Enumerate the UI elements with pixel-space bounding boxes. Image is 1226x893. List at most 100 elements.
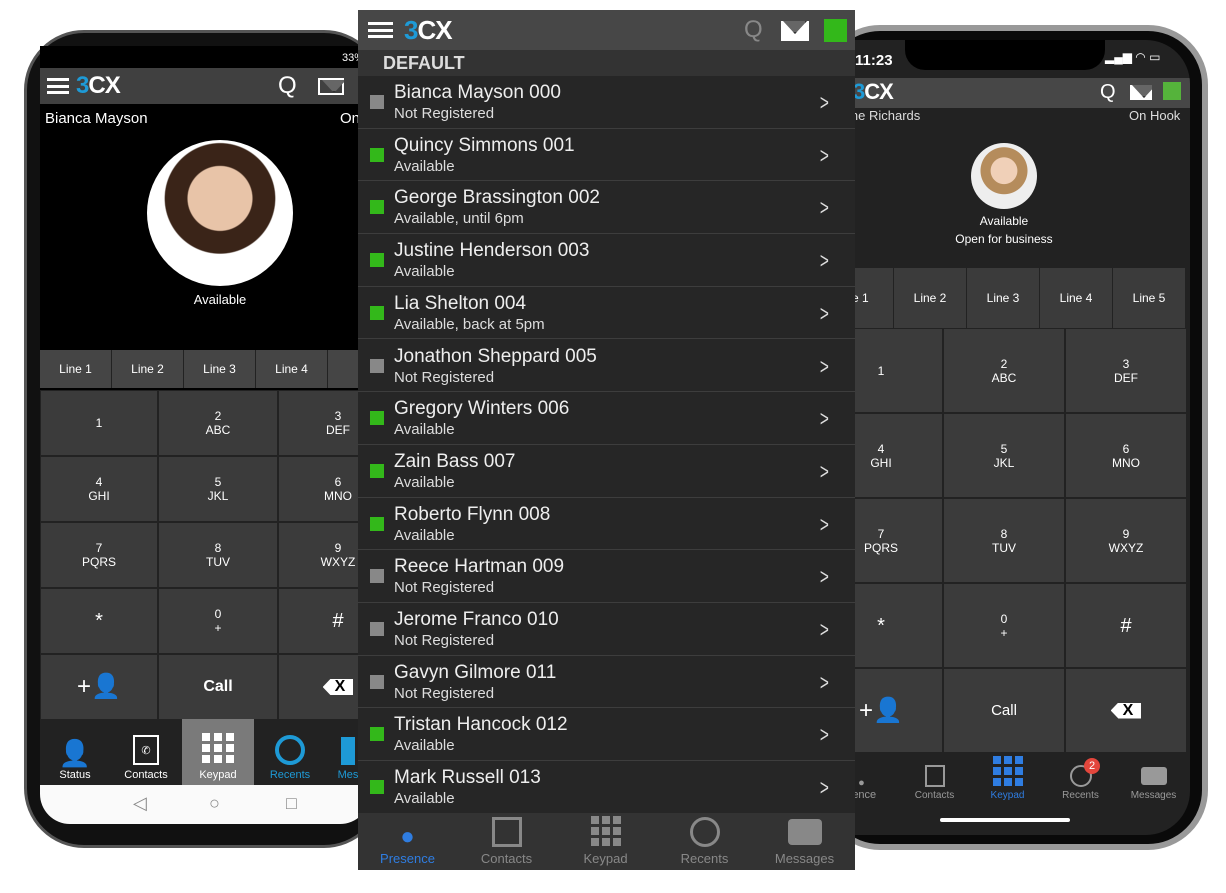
search-icon[interactable]: Q [278,72,297,100]
key-9[interactable]: 9 WXYZ [1065,498,1187,583]
chevron-right-icon[interactable]: > [820,143,829,169]
contact-row[interactable]: Gregory Winters 006 Available > [358,392,855,445]
nav-keypad[interactable]: Keypad [971,755,1044,805]
menu-icon[interactable] [47,78,69,94]
line-1-tab[interactable]: Line 1 [40,350,112,388]
chevron-right-icon[interactable]: > [820,90,829,116]
add-contact-button[interactable]: +👤 [845,668,943,753]
line-4-tab[interactable]: Line 4 [1040,268,1113,328]
nav-contacts[interactable]: Contacts [898,755,971,805]
contact-row[interactable]: Gavyn Gilmore 011 Not Registered > [358,655,855,709]
nav-contacts[interactable]: ✆ Contacts [110,719,182,785]
nav-keypad[interactable]: Keypad [182,719,254,785]
contact-row[interactable]: Tristan Hancock 012 Available > [358,708,855,762]
nav-messages[interactable]: Messages [1117,755,1190,805]
chevron-right-icon[interactable]: > [820,248,829,274]
contact-row[interactable]: Reece Hartman 009 Not Registered > [358,550,855,603]
key-7[interactable]: 7 PQRS [845,498,943,583]
nav-recents[interactable]: 2 Recents [1044,755,1117,805]
overview-icon[interactable]: □ [286,793,297,814]
key-1[interactable]: 1 [845,328,943,413]
home-icon[interactable]: ○ [209,793,220,814]
key-2[interactable]: 2 ABC [943,328,1065,413]
chevron-right-icon[interactable]: > [820,512,829,538]
key-3[interactable]: 3 DEF [278,390,370,456]
chevron-right-icon[interactable]: > [820,406,829,432]
contact-row[interactable]: Justine Henderson 003 Available > [358,234,855,287]
menu-icon[interactable] [368,22,393,38]
key-5[interactable]: 5 JKL [158,456,278,522]
chevron-right-icon[interactable]: > [820,670,829,696]
chevron-right-icon[interactable]: > [820,722,829,748]
line-2-tab[interactable]: Line 2 [894,268,967,328]
nav-recents[interactable]: Recents [655,813,754,870]
chevron-right-icon[interactable]: > [820,775,829,801]
chevron-right-icon[interactable]: > [820,459,829,485]
mail-icon[interactable] [781,21,809,41]
key-3[interactable]: 3 DEF [1065,328,1187,413]
contact-status: Available [394,473,455,491]
search-icon[interactable]: Q [1100,81,1116,104]
key-4[interactable]: 4 GHI [845,413,943,498]
nav-status[interactable]: 👤 Status [40,719,110,785]
key-8[interactable]: 8 TUV [943,498,1065,583]
line-4-tab[interactable]: Line 4 [256,350,328,388]
chevron-right-icon[interactable]: > [820,617,829,643]
search-icon[interactable]: Q [744,16,763,44]
status-time: 11:23 [855,52,893,69]
contact-row[interactable]: Lia Shelton 004 Available, back at 5pm > [358,286,855,340]
home-indicator[interactable] [940,818,1070,822]
key-6[interactable]: 6 MNO [1065,413,1187,498]
chevron-right-icon[interactable]: > [820,564,829,590]
status-indicator[interactable] [1163,82,1181,100]
nav-keypad[interactable]: Keypad [556,813,655,870]
call-button[interactable]: Call [158,654,278,720]
key-10[interactable]: * [845,583,943,668]
presence-screen: 3CX Q DEFAULT Bianca Mayson 000 Not Regis… [358,10,855,870]
line-3-tab[interactable]: Line 3 [184,350,256,388]
line-5-tab[interactable]: Line 5 [1113,268,1186,328]
chevron-right-icon[interactable]: > [820,195,829,221]
backspace-button[interactable]: X [278,654,370,720]
key-12[interactable]: # [278,588,370,654]
contact-row[interactable]: Jonathon Sheppard 005 Not Registered > [358,339,855,393]
contact-row[interactable]: George Brassington 002 Available, until 6… [358,181,855,235]
key-6[interactable]: 6 MNO [278,456,370,522]
mail-icon[interactable] [318,78,344,95]
mail-icon[interactable] [1130,85,1152,100]
nav-messages[interactable]: Messages [754,813,855,870]
line-2-tab[interactable]: Line 2 [112,350,184,388]
hook-status: On [340,110,361,127]
key-7[interactable]: 7 PQRS [40,522,158,588]
nav-presence[interactable]: ● Presence [358,813,457,870]
call-button[interactable]: Call [943,668,1065,753]
key-1[interactable]: 1 [40,390,158,456]
presence-indicator [370,95,384,109]
key-10[interactable]: * [40,588,158,654]
contact-row[interactable]: Zain Bass 007 Available > [358,444,855,498]
key-5[interactable]: 5 JKL [943,413,1065,498]
add-contact-button[interactable]: +👤 [40,654,158,720]
contact-row[interactable]: Jerome Franco 010 Not Registered > [358,603,855,656]
nav-recents[interactable]: Recents [254,719,326,785]
backspace-button[interactable]: X [1065,668,1187,753]
key-9[interactable]: 9 WXYZ [278,522,370,588]
contact-row[interactable]: Bianca Mayson 000 Not Registered > [358,76,855,129]
status-indicator[interactable] [824,19,847,42]
presence-indicator [370,516,384,531]
key-11[interactable]: 0 + [158,588,278,654]
key-2[interactable]: 2 ABC [158,390,278,456]
contact-row[interactable]: Mark Russell 013 Available > [358,761,855,813]
contact-row[interactable]: Quincy Simmons 001 Available > [358,128,855,182]
key-12[interactable]: # [1065,583,1187,668]
key-4[interactable]: 4 GHI [40,456,158,522]
chevron-right-icon[interactable]: > [820,354,829,380]
line-3-tab[interactable]: Line 3 [967,268,1040,328]
back-icon[interactable]: ◁ [133,793,147,814]
nav-contacts[interactable]: Contacts [457,813,556,870]
chevron-right-icon[interactable]: > [820,301,829,327]
key-8[interactable]: 8 TUV [158,522,278,588]
contact-name: Jerome Franco 010 [394,609,559,630]
key-11[interactable]: 0 + [943,583,1065,668]
contact-row[interactable]: Roberto Flynn 008 Available > [358,497,855,551]
